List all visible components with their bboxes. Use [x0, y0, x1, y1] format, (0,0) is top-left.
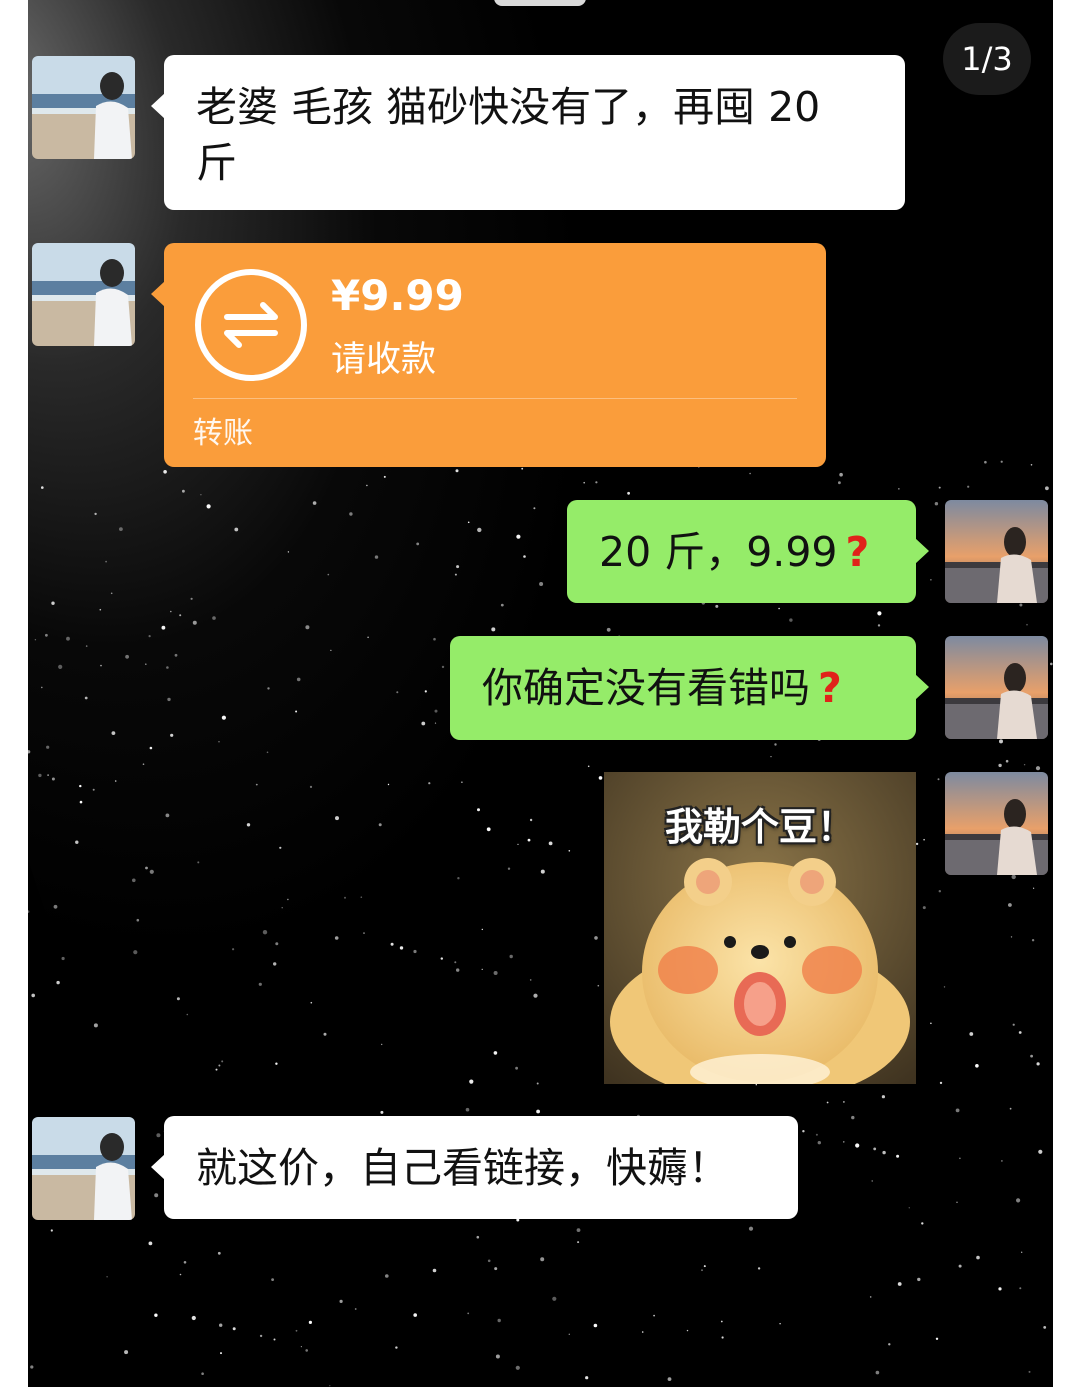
message-text: 20 斤，9.99	[599, 528, 838, 576]
contact-avatar[interactable]	[32, 56, 135, 159]
transfer-divider	[193, 398, 797, 399]
self-avatar[interactable]	[945, 500, 1048, 603]
self-avatar[interactable]	[945, 636, 1048, 739]
beach-avatar-image	[32, 1117, 135, 1220]
bubble-tail	[151, 1154, 165, 1180]
transfer-label: 转账	[193, 416, 253, 451]
page-indicator: 1/3	[943, 23, 1031, 95]
beach-avatar-image	[32, 243, 135, 346]
transfer-arrows-icon	[195, 269, 307, 381]
transfer-description: 请收款	[331, 340, 437, 380]
question-mark-emoji: ?	[818, 664, 842, 712]
drag-handle[interactable]	[494, 0, 586, 6]
message-text: 就这价，自己看链接，快薅！	[196, 1144, 729, 1192]
sticker-caption: 我勒个豆！	[664, 805, 855, 849]
beach-avatar-image	[32, 56, 135, 159]
message-bubble-incoming[interactable]: 老婆 毛孩 猫砂快没有了，再囤 20 斤	[151, 55, 905, 210]
self-avatar[interactable]	[945, 772, 1048, 875]
bubble-tail	[151, 93, 165, 119]
message-text: 老婆 毛孩 猫砂快没有了，再囤 20 斤	[196, 83, 821, 187]
sunset-avatar-image	[945, 500, 1048, 603]
message-text: 你确定没有看错吗	[482, 664, 810, 712]
sunset-avatar-image	[945, 636, 1048, 739]
message-bubble-incoming[interactable]: 就这价，自己看链接，快薅！	[151, 1116, 798, 1219]
question-mark-emoji: ?	[845, 528, 870, 576]
bubble-tail	[915, 674, 929, 700]
contact-avatar[interactable]	[32, 1117, 135, 1220]
transfer-card[interactable]: ¥9.99 请收款 转账	[151, 243, 826, 467]
message-bubble-outgoing[interactable]: 20 斤，9.99?	[567, 500, 929, 603]
chat-screen: 1/3 老婆 毛孩 猫砂快没有了，再囤 20 斤 ¥9.99 请收款 转账 20…	[28, 0, 1053, 1387]
bubble-tail	[915, 538, 929, 564]
bubble-tail	[151, 281, 165, 307]
contact-avatar[interactable]	[32, 243, 135, 346]
message-bubble-outgoing[interactable]: 你确定没有看错吗?	[450, 636, 929, 740]
sunset-avatar-image	[945, 772, 1048, 875]
transfer-amount: ¥9.99	[331, 271, 464, 320]
sticker-image[interactable]: 我勒个豆！	[604, 772, 916, 1084]
